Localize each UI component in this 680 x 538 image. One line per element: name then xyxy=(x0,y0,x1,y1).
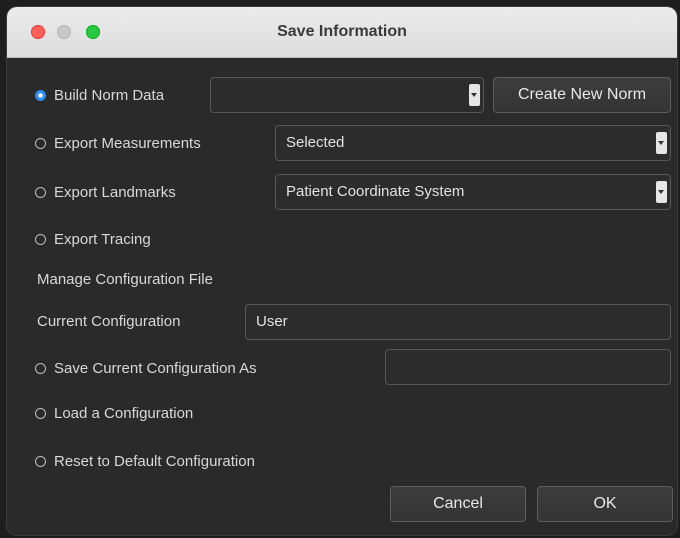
load-configuration-label: Load a Configuration xyxy=(54,404,194,422)
reset-configuration-label: Reset to Default Configuration xyxy=(54,452,255,470)
load-configuration-option[interactable]: Load a Configuration xyxy=(35,402,193,424)
export-landmarks-select-value: Patient Coordinate System xyxy=(286,183,465,200)
export-landmarks-radio[interactable] xyxy=(35,186,46,198)
cancel-button[interactable]: Cancel xyxy=(390,486,526,522)
build-norm-data-option[interactable]: Build Norm Data xyxy=(35,84,164,106)
reset-configuration-option[interactable]: Reset to Default Configuration xyxy=(35,450,255,472)
build-norm-data-label: Build Norm Data xyxy=(54,86,165,104)
export-tracing-option[interactable]: Export Tracing xyxy=(35,228,151,250)
create-new-norm-button[interactable]: Create New Norm xyxy=(493,77,671,113)
window-title: Save Information xyxy=(277,23,407,40)
manage-configuration-heading: Manage Configuration File xyxy=(37,271,213,288)
export-tracing-radio[interactable] xyxy=(35,233,46,245)
current-configuration-value: User xyxy=(256,313,288,330)
ok-button[interactable]: OK xyxy=(537,486,673,522)
reset-configuration-radio[interactable] xyxy=(35,455,46,467)
current-configuration-field: User xyxy=(245,304,671,340)
export-measurements-option[interactable]: Export Measurements xyxy=(35,132,201,154)
save-configuration-as-label: Save Current Configuration As xyxy=(54,359,257,377)
save-configuration-name-input[interactable] xyxy=(385,349,671,385)
save-information-dialog: Save Information Build Norm Data Create … xyxy=(7,7,677,535)
chevron-down-icon[interactable] xyxy=(656,181,667,203)
export-measurements-radio[interactable] xyxy=(35,137,46,149)
chevron-down-icon[interactable] xyxy=(656,132,667,154)
chevron-down-icon[interactable] xyxy=(469,84,480,106)
title-bar[interactable]: Save Information xyxy=(7,7,677,58)
export-measurements-select[interactable]: Selected xyxy=(275,125,671,161)
save-configuration-as-radio[interactable] xyxy=(35,362,46,374)
export-landmarks-label: Export Landmarks xyxy=(54,183,176,201)
norm-data-select[interactable] xyxy=(210,77,484,113)
export-tracing-label: Export Tracing xyxy=(54,230,151,248)
load-configuration-radio[interactable] xyxy=(35,407,46,419)
current-configuration-label: Current Configuration xyxy=(37,313,181,330)
export-landmarks-select[interactable]: Patient Coordinate System xyxy=(275,174,671,210)
export-landmarks-option[interactable]: Export Landmarks xyxy=(35,181,176,203)
export-measurements-label: Export Measurements xyxy=(54,134,201,152)
save-configuration-as-option[interactable]: Save Current Configuration As xyxy=(35,357,257,379)
export-measurements-select-value: Selected xyxy=(286,134,345,151)
build-norm-data-radio[interactable] xyxy=(35,89,46,101)
